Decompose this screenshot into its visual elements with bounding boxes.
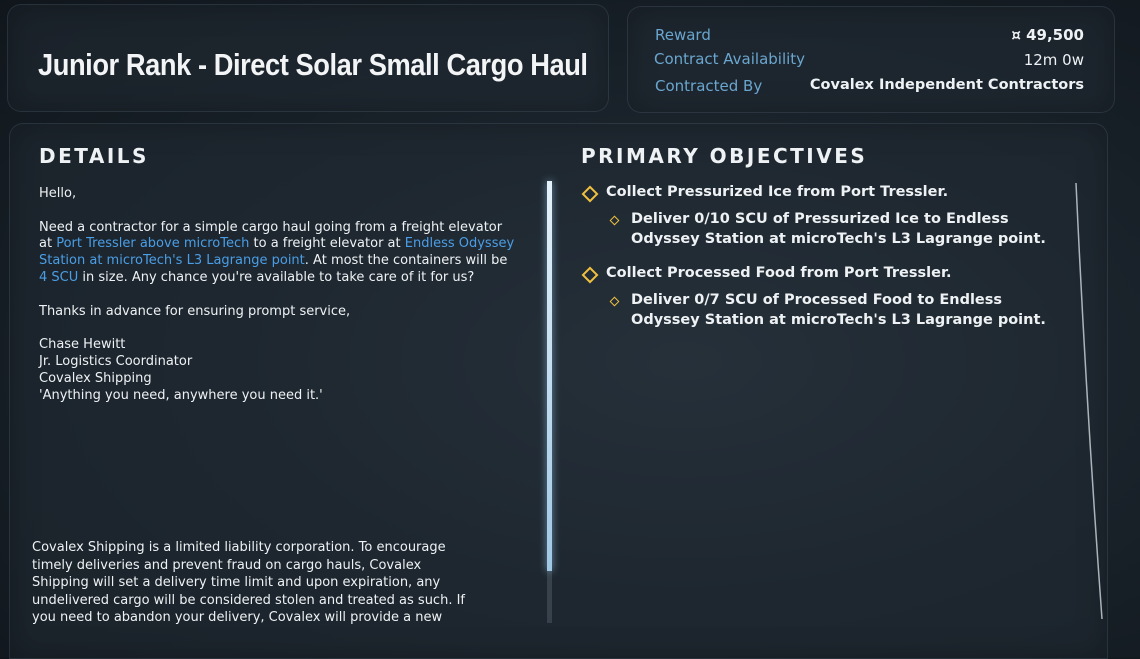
signature-name: Chase Hewitt xyxy=(39,337,126,353)
availability-value: 12m 0w xyxy=(1023,51,1084,69)
objective-marker-icon xyxy=(581,266,599,284)
legal-disclaimer: Covalex Shipping is a limited liability … xyxy=(32,540,465,625)
signature-company: Covalex Shipping xyxy=(39,370,152,386)
sub-objective-line: Deliver 0/7 SCU of Processed Food to End… xyxy=(631,292,1003,308)
availability-label: Contract Availability xyxy=(654,50,806,68)
sub-objective-item: Deliver 0/7 SCU of Processed Food to End… xyxy=(631,291,1046,330)
contract-main-panel: DETAILS Hello, Need a contractor for a s… xyxy=(9,123,1108,659)
details-message: Need a contractor for a simple cargo hau… xyxy=(39,220,519,287)
sub-objective-marker-icon xyxy=(609,215,620,226)
objective-marker-icon xyxy=(581,185,599,203)
sub-objective-line: Deliver 0/10 SCU of Pressurized Ice to E… xyxy=(631,211,1009,227)
objective-item: Collect Processed Food from Port Tressle… xyxy=(606,265,952,281)
objectives-scrollbar[interactable] xyxy=(1072,181,1104,622)
contracted-by-value: Covalex Independent Contractors xyxy=(809,77,1084,93)
container-size-link[interactable]: 4 SCU xyxy=(39,270,78,285)
contracted-by-label: Contracted By xyxy=(655,77,763,95)
details-text-segment: . At most the containers will be xyxy=(304,253,508,269)
sub-objective-marker-icon xyxy=(609,296,620,307)
reward-value: ¤ 49,500 xyxy=(1011,26,1084,44)
objectives-heading: PRIMARY OBJECTIVES xyxy=(581,144,868,168)
details-scrollbar-thumb[interactable] xyxy=(547,181,552,571)
reward-label: Reward xyxy=(655,26,711,44)
details-heading: DETAILS xyxy=(39,144,149,168)
objective-item: Collect Pressurized Ice from Port Tressl… xyxy=(606,184,949,200)
signature-role: Jr. Logistics Coordinator xyxy=(39,353,193,369)
sub-objective-line: Odyssey Station at microTech's L3 Lagran… xyxy=(631,311,1046,328)
origin-link[interactable]: Port Tressler above microTech xyxy=(56,236,249,251)
sub-objective-line: Odyssey Station at microTech's L3 Lagran… xyxy=(631,230,1046,247)
contract-title: Junior Rank - Direct Solar Small Cargo H… xyxy=(38,47,588,82)
details-text-segment: to a freight elevator at xyxy=(249,236,405,252)
sub-objective-item: Deliver 0/10 SCU of Pressurized Ice to E… xyxy=(631,210,1046,249)
contract-summary-panel: Reward ¤ 49,500 Contract Availability 12… xyxy=(627,6,1115,113)
details-text: Hello, Need a contractor for a simple ca… xyxy=(39,186,519,404)
details-greeting: Hello, xyxy=(39,186,77,201)
contract-title-panel: Junior Rank - Direct Solar Small Cargo H… xyxy=(7,4,609,112)
details-scrollbar[interactable] xyxy=(547,181,552,623)
details-text-segment: in size. Any chance you're available to … xyxy=(78,269,475,285)
details-thanks: Thanks in advance for ensuring prompt se… xyxy=(39,303,351,319)
signature-motto: 'Anything you need, anywhere you need it… xyxy=(39,387,323,403)
